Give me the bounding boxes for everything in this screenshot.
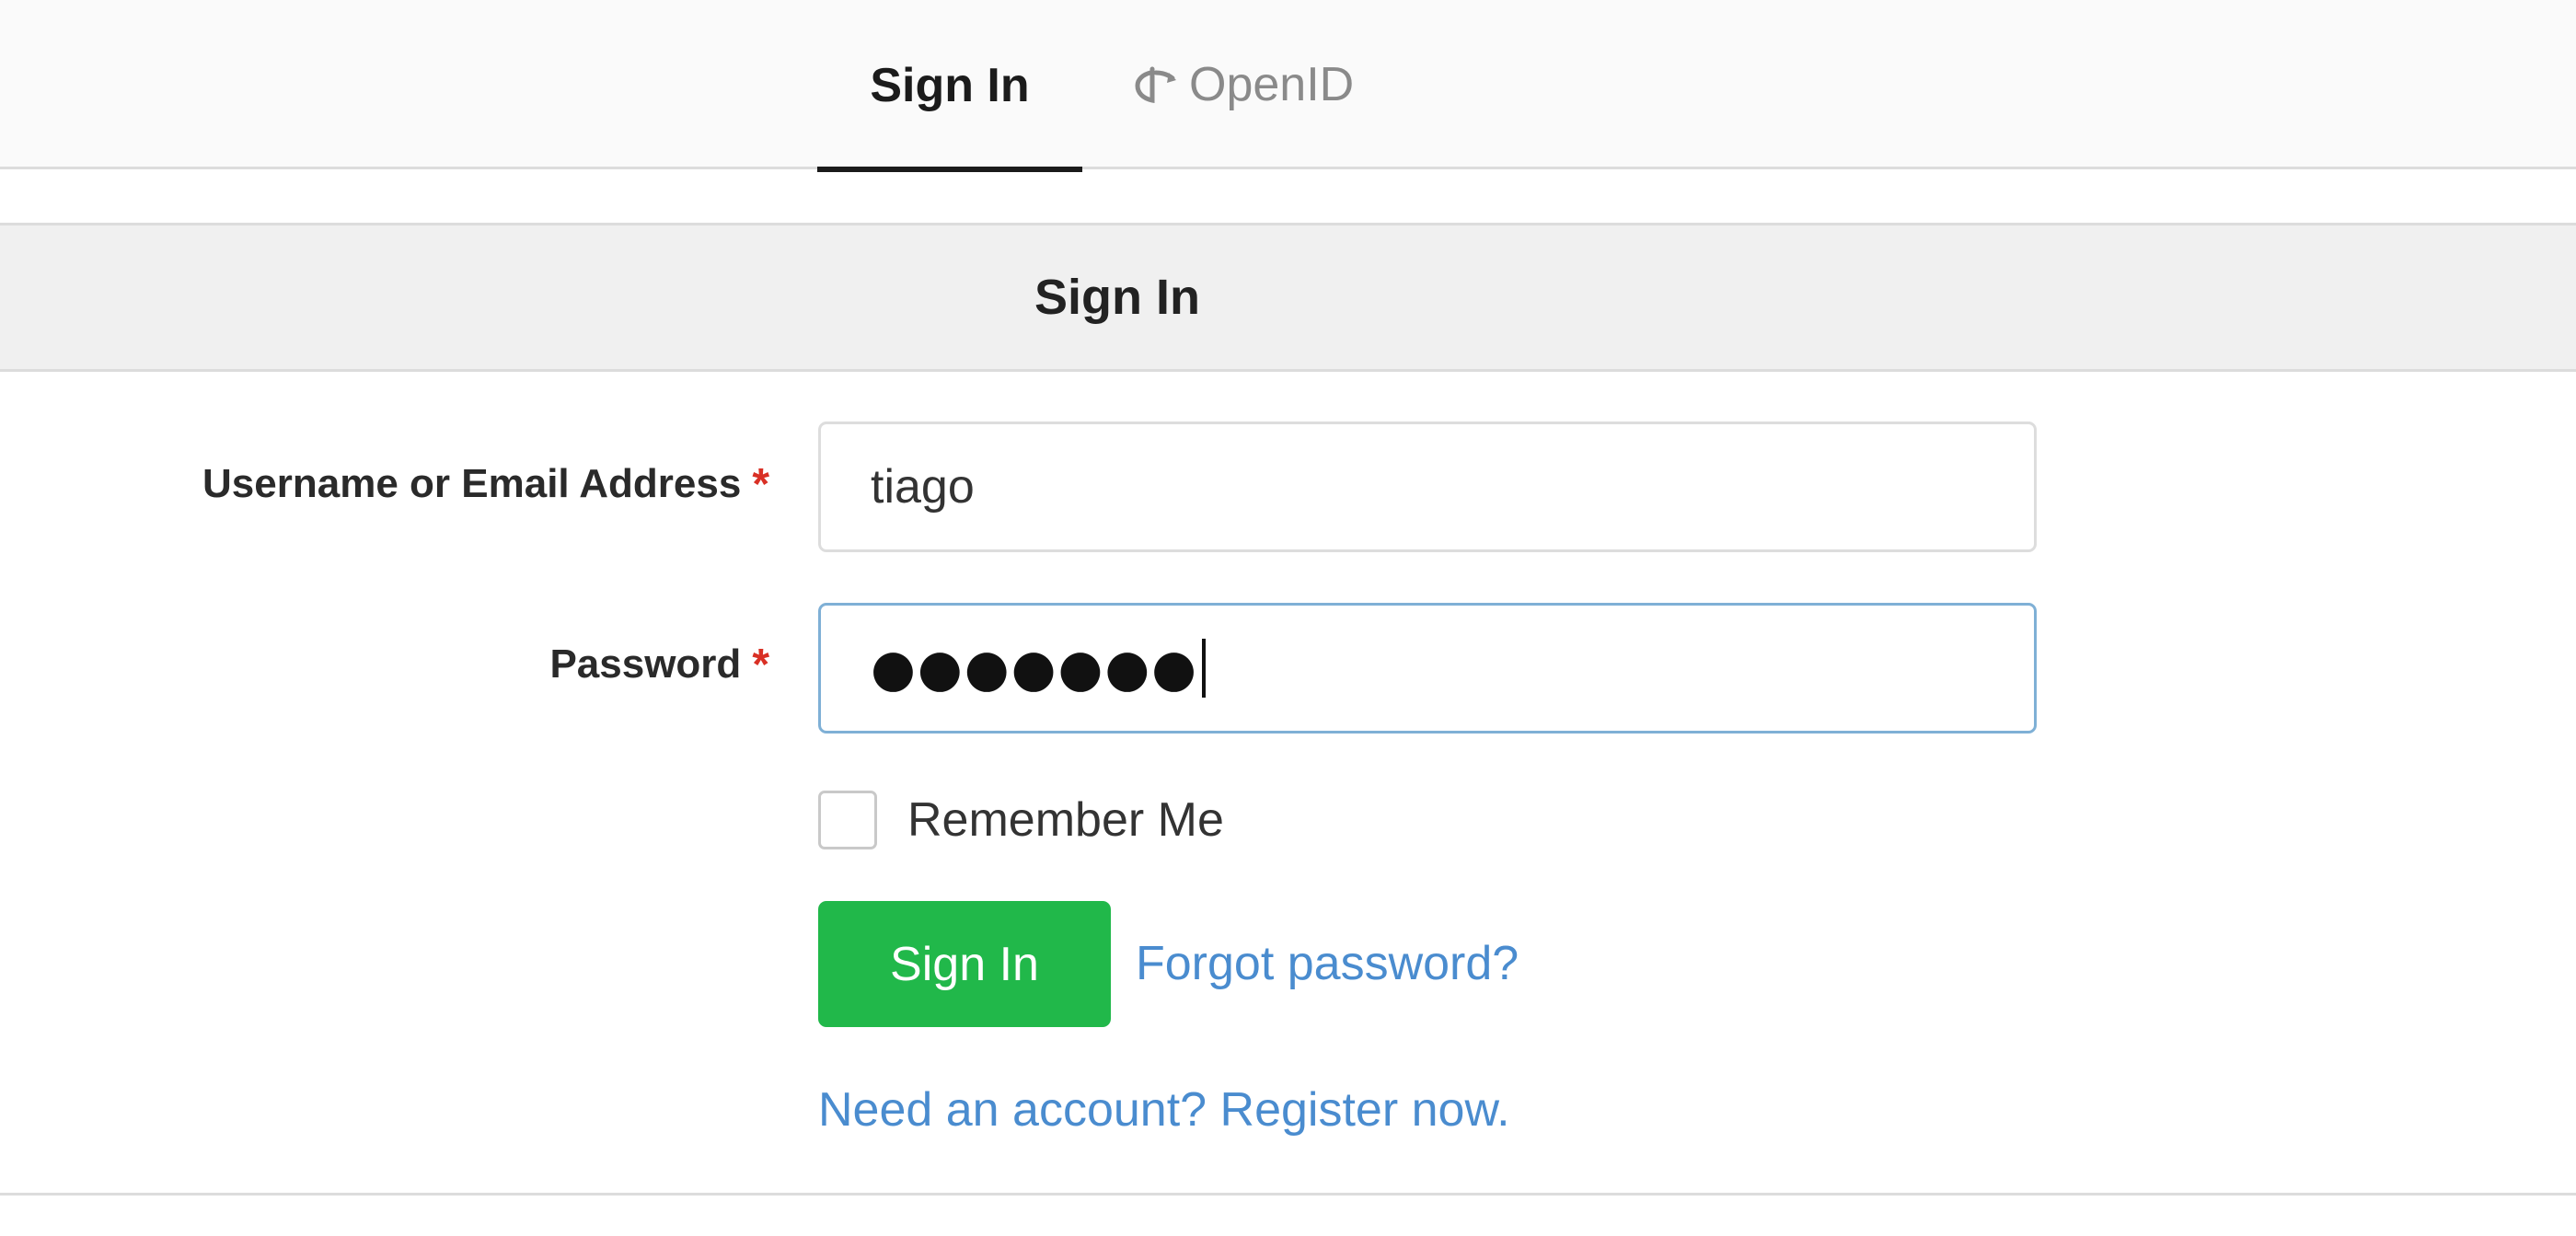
- tab-sign-in[interactable]: Sign In: [817, 0, 1082, 173]
- sign-in-button[interactable]: Sign In: [818, 901, 1111, 1027]
- remember-me-label[interactable]: Remember Me: [907, 784, 1224, 856]
- forgot-password-link[interactable]: Forgot password?: [1136, 928, 1519, 999]
- required-marker: *: [752, 459, 769, 509]
- tab-bar: Sign In OpenID: [0, 0, 2576, 173]
- username-value: tiago: [871, 460, 975, 514]
- text-caret: [1202, 639, 1207, 698]
- required-marker: *: [752, 640, 769, 689]
- username-label: Username or Email Address *: [202, 447, 769, 521]
- password-label: Password *: [549, 628, 769, 701]
- username-label-text: Username or Email Address: [202, 461, 742, 506]
- password-value: ●●●●●●●: [871, 638, 1199, 699]
- section-header: Sign In: [0, 223, 2576, 372]
- spacer: [0, 172, 2576, 223]
- tab-sign-in-label: Sign In: [870, 58, 1030, 112]
- divider: [0, 1193, 2576, 1196]
- tab-openid[interactable]: OpenID: [1132, 0, 1371, 169]
- password-input[interactable]: ●●●●●●●: [818, 603, 2037, 734]
- register-link[interactable]: Need an account? Register now.: [818, 1074, 1510, 1146]
- remember-me-checkbox[interactable]: [818, 791, 877, 849]
- password-label-text: Password: [549, 641, 742, 687]
- page-title: Sign In: [1034, 270, 1200, 325]
- username-input[interactable]: tiago: [818, 422, 2037, 552]
- tab-openid-label: OpenID: [1189, 58, 1355, 111]
- openid-icon: [1132, 60, 1182, 110]
